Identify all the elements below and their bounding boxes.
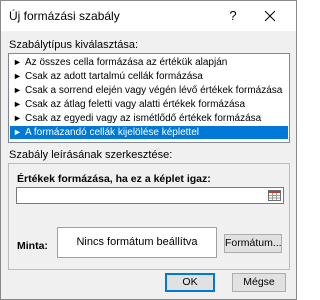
ok-button[interactable]: OK bbox=[165, 273, 215, 292]
close-icon bbox=[264, 10, 276, 22]
rule-type-label: Csak az egyedi vagy az ismétlődő értékek… bbox=[25, 113, 262, 124]
help-button[interactable]: ? bbox=[226, 8, 240, 24]
window-title: Új formázási szabály bbox=[9, 9, 120, 23]
triangle-right-icon: ► bbox=[13, 127, 22, 137]
rule-description-panel: Értékek formázása, ha ez a képlet igaz: … bbox=[8, 163, 290, 270]
collapse-dialog-button[interactable] bbox=[268, 190, 281, 201]
rule-type-item-selected[interactable]: ► A formázandó cellák kijelölése képlett… bbox=[10, 126, 288, 139]
rule-type-heading: Szabálytípus kiválasztása: bbox=[9, 39, 139, 51]
rule-type-list[interactable]: ► Az összes cella formázása az értékük a… bbox=[8, 53, 290, 143]
triangle-right-icon: ► bbox=[13, 57, 22, 67]
rule-type-item[interactable]: ► Csak az adott tartalmú cellák formázás… bbox=[10, 70, 288, 83]
format-preview: Nincs formátum beállítva bbox=[57, 227, 217, 258]
cancel-button[interactable]: Mégse bbox=[232, 273, 286, 292]
preview-text: Nincs formátum beállítva bbox=[76, 236, 198, 248]
format-button[interactable]: Formátum... bbox=[224, 234, 282, 253]
rule-type-label: Csak a sorrend elején vagy végén lévő ér… bbox=[25, 85, 283, 96]
triangle-right-icon: ► bbox=[13, 71, 22, 81]
formula-label: Értékek formázása, ha ez a képlet igaz: bbox=[17, 173, 211, 185]
rule-type-label: Csak az adott tartalmú cellák formázása bbox=[25, 71, 203, 82]
rule-type-item[interactable]: ► Csak a sorrend elején vagy végén lévő … bbox=[10, 84, 288, 97]
triangle-right-icon: ► bbox=[13, 85, 22, 95]
range-select-icon bbox=[268, 190, 281, 201]
triangle-right-icon: ► bbox=[13, 99, 22, 109]
rule-description-heading: Szabály leírásának szerkesztése: bbox=[9, 149, 173, 161]
new-formatting-rule-dialog: Új formázási szabály ? Szabálytípus kivá… bbox=[0, 0, 297, 300]
rule-type-label: Az összes cella formázása az értékük ala… bbox=[25, 57, 228, 68]
rule-type-item[interactable]: ► Csak az átlag feletti vagy alatti érté… bbox=[10, 98, 288, 111]
preview-label: Minta: bbox=[17, 240, 48, 252]
rule-type-label: Csak az átlag feletti vagy alatti értéke… bbox=[25, 99, 246, 110]
triangle-right-icon: ► bbox=[13, 113, 22, 123]
formula-input[interactable] bbox=[16, 187, 284, 204]
rule-type-label: A formázandó cellák kijelölése képlettel bbox=[25, 127, 199, 138]
rule-type-item[interactable]: ► Az összes cella formázása az értékük a… bbox=[10, 56, 288, 69]
rule-type-item[interactable]: ► Csak az egyedi vagy az ismétlődő érték… bbox=[10, 112, 288, 125]
close-button[interactable] bbox=[261, 7, 279, 25]
title-bar: Új formázási szabály ? bbox=[1, 1, 296, 31]
